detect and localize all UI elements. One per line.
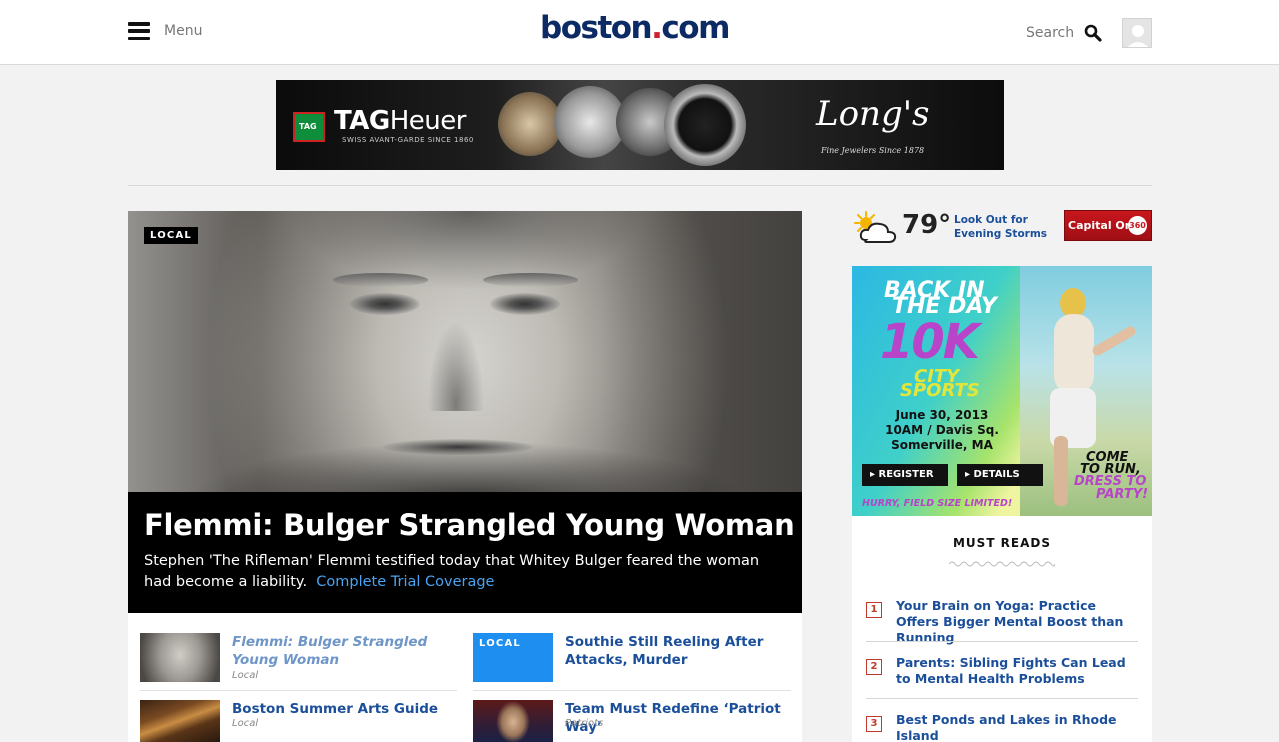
search-icon [1084, 24, 1102, 42]
story-thumbnail[interactable] [140, 700, 220, 742]
must-reads-title: MUST READS [952, 536, 1052, 550]
story-category: Local [232, 670, 259, 681]
ad-hurry: HURRY, FIELD SIZE LIMITED! [862, 498, 1013, 509]
hamburger-icon [128, 22, 150, 40]
story-thumbnail-badge: LOCAL [479, 638, 521, 649]
watch-image [664, 84, 746, 166]
story-thumbnail[interactable]: LOCAL [473, 633, 553, 682]
menu-label: Menu [164, 23, 203, 39]
details-button[interactable]: ▸ DETAILS [957, 464, 1043, 486]
story-thumbnail[interactable] [473, 700, 553, 742]
ad-partner-logo: Long's [816, 94, 930, 134]
related-stories: Flemmi: Bulger Strangled Young Woman Loc… [128, 613, 802, 742]
user-silhouette-icon [1127, 25, 1149, 47]
story-item[interactable]: LOCAL Southie Still Reeling After Attack… [473, 633, 791, 683]
ad-tagline: SWISS AVANT-GARDE SINCE 1860 [342, 136, 474, 144]
ad-sports: SPORTS [900, 380, 980, 401]
must-read-title[interactable]: Best Ponds and Lakes in Rhode Island [896, 712, 1136, 742]
must-read-title[interactable]: Your Brain on Yoga: Practice Offers Bigg… [896, 598, 1136, 646]
forecast-line: Evening Storms [954, 228, 1048, 240]
ad-brand-name: TAGHeuer [334, 106, 466, 136]
ad-date: June 30, 2013 [895, 408, 989, 422]
tag-heuer-banner-ad[interactable]: TAG TAGHeuer SWISS AVANT-GARDE SINCE 186… [276, 80, 1004, 170]
content-divider [128, 185, 1152, 186]
watch-image [498, 92, 562, 156]
must-reads-panel: MUST READS 1 Your Brain on Yoga: Practic… [852, 516, 1152, 742]
sponsor-360-badge: 360 [1128, 216, 1147, 235]
must-read-title[interactable]: Parents: Sibling Fights Can Lead to Ment… [896, 655, 1136, 687]
user-avatar[interactable] [1122, 18, 1152, 48]
hero-summary: Stephen 'The Rifleman' Flemmi testified … [144, 553, 760, 590]
must-read-divider [866, 641, 1138, 642]
ad-time: 10AM / Davis Sq. [885, 423, 999, 437]
weather-sponsor-logo[interactable]: Capital One 360 [1064, 210, 1152, 241]
register-button[interactable]: ▸ REGISTER [862, 464, 948, 486]
partly-cloudy-icon [854, 211, 897, 243]
city-sports-10k-ad[interactable]: BACK IN THE DAY 10K CITY SPORTS June 30,… [852, 266, 1152, 516]
story-item[interactable]: Boston Summer Arts Guide Local [140, 700, 458, 742]
search-label: Search [1026, 25, 1075, 41]
wave-divider-icon [949, 561, 1055, 567]
must-read-rank: 3 [866, 716, 882, 732]
hero-photo [128, 211, 802, 492]
site-header: Menu boston.com Search [0, 0, 1279, 65]
story-title[interactable]: Southie Still Reeling After Attacks, Mur… [565, 633, 791, 669]
ad-partner-sub: Fine Jewelers Since 1878 [821, 146, 925, 155]
story-thumbnail[interactable] [140, 633, 220, 682]
story-item[interactable]: Flemmi: Bulger Strangled Young Woman Loc… [140, 633, 458, 683]
story-title[interactable]: Flemmi: Bulger Strangled Young Woman [232, 633, 458, 669]
must-read-rank: 2 [866, 659, 882, 675]
must-read-divider [866, 698, 1138, 699]
hero-story[interactable]: LOCAL Flemmi: Bulger Strangled Young Wom… [128, 211, 802, 613]
hero-headline[interactable]: Flemmi: Bulger Strangled Young Woman [144, 508, 795, 542]
story-category: Local [232, 718, 259, 729]
story-divider [140, 690, 457, 691]
ad-place: Somerville, MA [891, 438, 993, 452]
site-logo[interactable]: boston.com [540, 10, 730, 46]
must-read-rank: 1 [866, 602, 882, 618]
forecast-line: Look Out for [954, 214, 1028, 226]
weather-forecast-link[interactable]: Look Out for Evening Storms [954, 213, 1047, 241]
story-category: Patriots [565, 718, 604, 729]
story-divider [473, 690, 791, 691]
story-title[interactable]: Boston Summer Arts Guide [232, 700, 458, 718]
menu-button[interactable]: Menu [128, 22, 202, 40]
ad-slogan: PARTY! [1096, 487, 1149, 502]
trial-coverage-link[interactable]: Complete Trial Coverage [316, 574, 494, 590]
tag-heuer-logo-badge: TAG [293, 112, 325, 142]
ad-10k: 10K [880, 314, 980, 370]
story-item[interactable]: Team Must Redefine ‘Patriot Way’ Patriot… [473, 700, 791, 742]
current-temperature: 79° [902, 210, 952, 240]
hero-category-badge[interactable]: LOCAL [144, 227, 198, 244]
search-button[interactable]: Search [1026, 24, 1102, 42]
